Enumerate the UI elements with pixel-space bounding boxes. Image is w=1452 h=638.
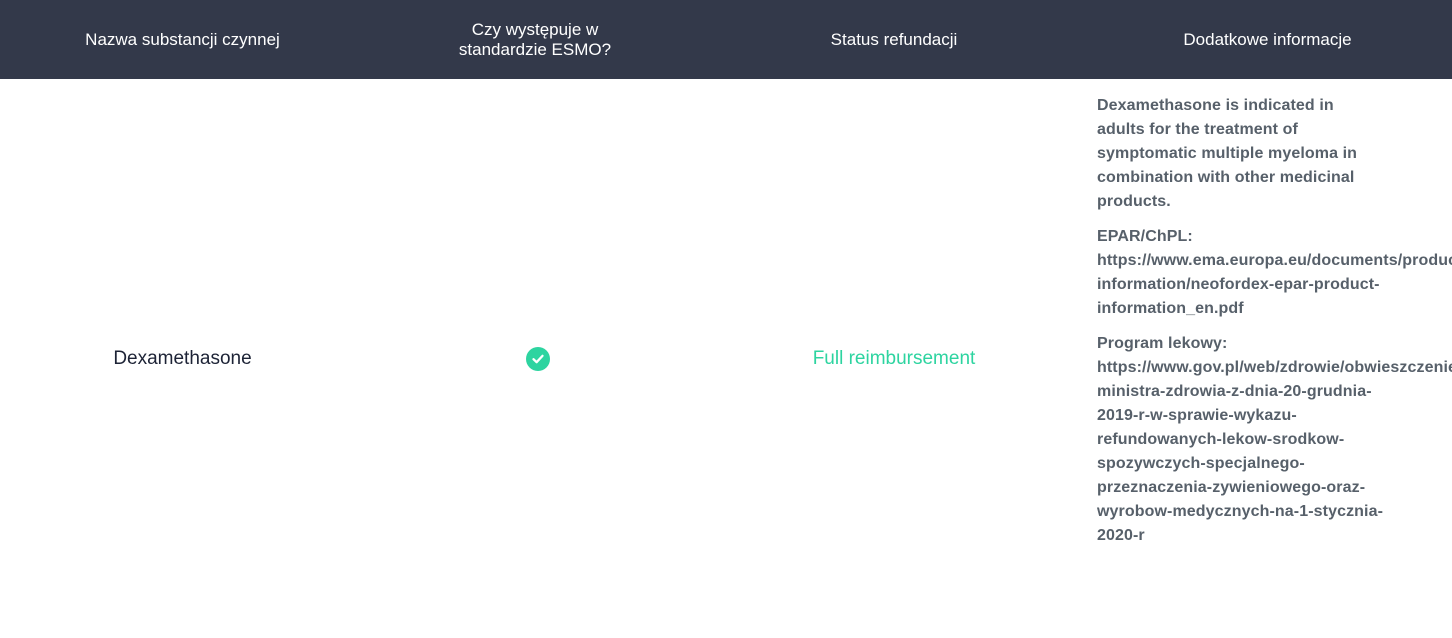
- reimbursement-table: Nazwa substancji czynnej Czy występuje w…: [0, 0, 1452, 638]
- table-header: Nazwa substancji czynnej Czy występuje w…: [0, 0, 1452, 79]
- cell-substance-name: Dexamethasone: [0, 79, 365, 638]
- epar-label: EPAR/ChPL:: [1097, 228, 1193, 245]
- check-circle-icon: [525, 346, 550, 371]
- substance-name: Dexamethasone: [113, 347, 252, 369]
- program-block: Program lekowy: https://www.gov.pl/web/z…: [1097, 332, 1452, 548]
- header-esmo-standard: Czy występuje w standardzie ESMO?: [365, 20, 705, 60]
- epar-link[interactable]: https://www.ema.europa.eu/documents/prod…: [1097, 249, 1452, 321]
- cell-esmo-standard: [365, 79, 705, 638]
- header-esmo-line2: standardzie ESMO?: [458, 39, 612, 59]
- description-text: Dexamethasone is indicated in adults for…: [1097, 97, 1358, 210]
- header-reimbursement-status: Status refundacji: [830, 29, 958, 49]
- program-link[interactable]: https://www.gov.pl/web/zdrowie/obwieszcz…: [1097, 356, 1452, 548]
- program-label: Program lekowy:: [1097, 335, 1228, 352]
- status-badge: Full reimbursement: [812, 347, 976, 369]
- epar-block: EPAR/ChPL: https://www.ema.europa.eu/doc…: [1097, 225, 1452, 321]
- header-substance-name: Nazwa substancji czynnej: [85, 29, 280, 49]
- header-esmo-line1: Czy występuje w: [471, 19, 599, 39]
- header-additional-info: Dodatkowe informacje: [1183, 29, 1352, 49]
- table-row: Dexamethasone Full reimbursement Dexamet…: [0, 79, 1452, 638]
- additional-info-content: Dexamethasone is indicated in adults for…: [1097, 94, 1452, 559]
- cell-additional-info: Dexamethasone is indicated in adults for…: [1083, 79, 1452, 638]
- cell-reimbursement-status: Full reimbursement: [705, 79, 1083, 638]
